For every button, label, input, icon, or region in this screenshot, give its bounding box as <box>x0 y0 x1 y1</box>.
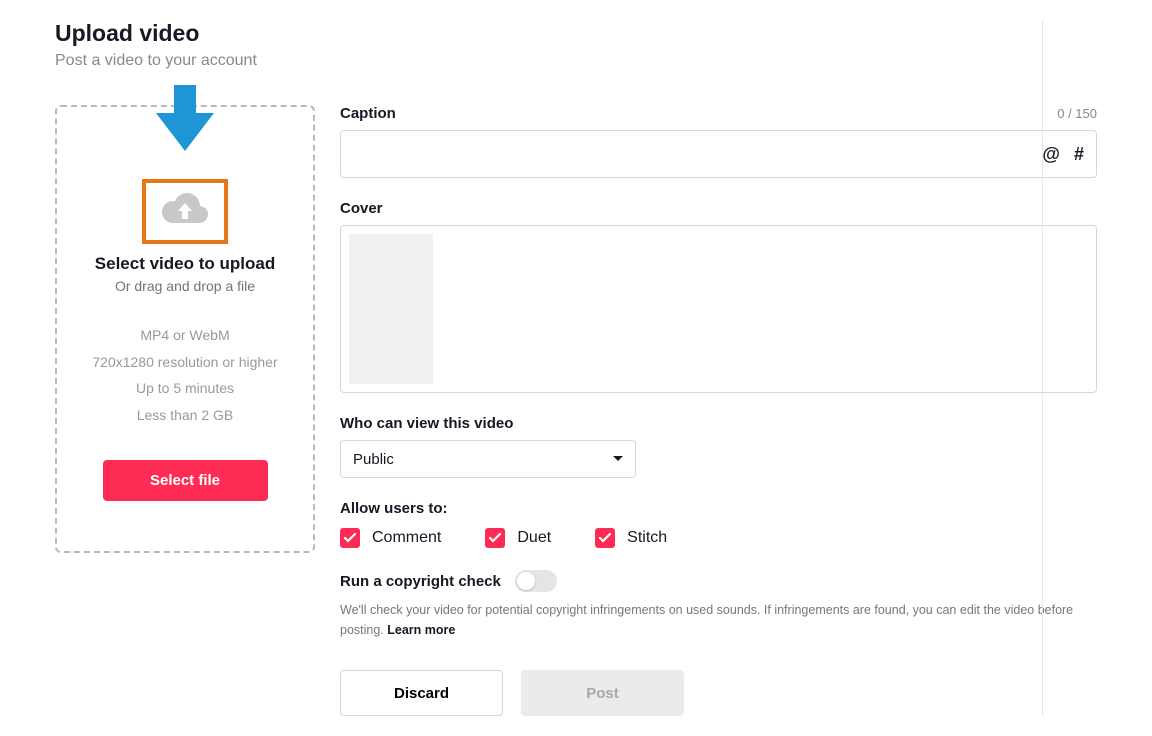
checkbox-stitch[interactable]: Stitch <box>595 528 667 548</box>
spec-line: MP4 or WebM <box>72 322 298 349</box>
allow-label: Allow users to: <box>340 500 448 517</box>
toggle-knob <box>517 572 535 590</box>
discard-button[interactable]: Discard <box>340 670 503 716</box>
caption-counter: 0 / 150 <box>1057 106 1097 121</box>
page-title: Upload video <box>55 20 1097 47</box>
check-icon <box>340 528 360 548</box>
post-button[interactable]: Post <box>521 670 684 716</box>
check-icon <box>485 528 505 548</box>
checkbox-duet[interactable]: Duet <box>485 528 551 548</box>
checkbox-label: Comment <box>372 529 441 547</box>
privacy-label: Who can view this video <box>340 415 513 432</box>
copyright-help: We'll check your video for potential cop… <box>340 600 1097 640</box>
learn-more-link[interactable]: Learn more <box>387 623 455 637</box>
caption-label: Caption <box>340 105 396 122</box>
check-icon <box>595 528 615 548</box>
checkbox-label: Stitch <box>627 529 667 547</box>
checkbox-comment[interactable]: Comment <box>340 528 441 548</box>
caption-input[interactable] <box>353 146 1042 162</box>
cloud-upload-icon <box>160 216 210 233</box>
spec-line: 720x1280 resolution or higher <box>72 349 298 376</box>
spec-line: Up to 5 minutes <box>72 375 298 402</box>
copyright-label: Run a copyright check <box>340 573 501 590</box>
select-file-button[interactable]: Select file <box>103 460 268 501</box>
copyright-toggle[interactable] <box>515 570 557 592</box>
cover-selector[interactable] <box>340 225 1097 393</box>
hashtag-icon[interactable]: # <box>1074 144 1084 165</box>
upload-specs: MP4 or WebM 720x1280 resolution or highe… <box>72 322 298 428</box>
page-subtitle: Post a video to your account <box>55 52 1097 70</box>
cover-thumbnail[interactable] <box>349 234 433 384</box>
annotation-highlight-box <box>142 179 228 244</box>
upload-title: Select video to upload <box>72 254 298 274</box>
privacy-select[interactable]: Public <box>340 440 636 478</box>
upload-dropzone[interactable]: Select video to upload Or drag and drop … <box>55 105 315 553</box>
divider <box>1042 20 1043 716</box>
annotation-arrow-icon <box>152 85 218 160</box>
mention-icon[interactable]: @ <box>1042 144 1060 165</box>
checkbox-label: Duet <box>517 529 551 547</box>
spec-line: Less than 2 GB <box>72 402 298 429</box>
upload-subtitle: Or drag and drop a file <box>72 278 298 294</box>
cover-label: Cover <box>340 200 383 217</box>
